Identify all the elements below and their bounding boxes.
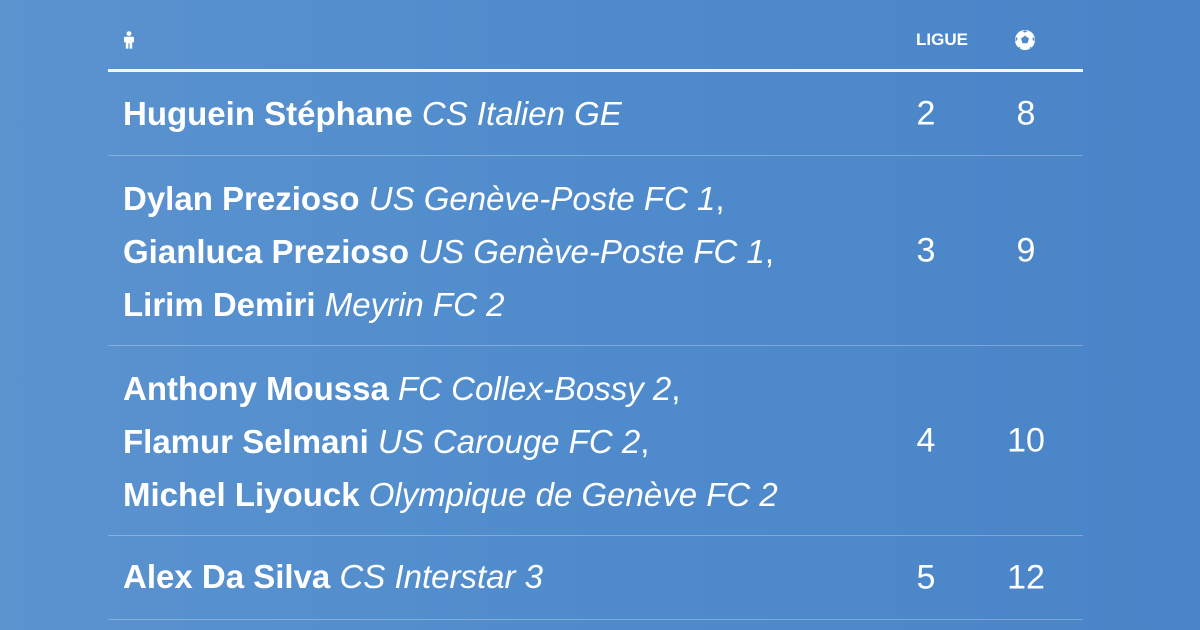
league-cell: 2 bbox=[916, 94, 936, 132]
player-entry: Anthony Moussa FC Collex-Bossy 2, bbox=[123, 362, 1083, 415]
player-club: Meyrin FC 2 bbox=[324, 286, 505, 323]
separator: , bbox=[764, 233, 775, 270]
player-club: US Genève-Poste FC 1 bbox=[418, 233, 765, 270]
goals-cell: 12 bbox=[1007, 558, 1045, 596]
player-entry: Lirim Demiri Meyrin FC 2 bbox=[123, 278, 1083, 331]
scorers-table: LIGUE Huguein Stéphane CS Italien GE 2 8 Dy… bbox=[108, 0, 1083, 620]
player-club: US Genève-Poste FC 1 bbox=[368, 180, 716, 217]
player-club: Olympique de Genève FC 2 bbox=[368, 476, 778, 513]
player-name: Flamur Selmani bbox=[123, 423, 369, 460]
league-cell: 3 bbox=[916, 231, 936, 269]
player-name: Huguein Stéphane bbox=[123, 95, 413, 132]
player-name: Michel Liyouck bbox=[123, 476, 360, 513]
table-row: Alex Da Silva CS Interstar 3 5 12 bbox=[108, 536, 1083, 620]
table-row: Dylan Prezioso US Genève-Poste FC 1, Gian… bbox=[108, 156, 1083, 346]
table-row: Anthony Moussa FC Collex-Bossy 2, Flamur … bbox=[108, 346, 1083, 536]
goals-cell: 9 bbox=[1016, 231, 1036, 269]
player-name: Lirim Demiri bbox=[123, 286, 316, 323]
soccer-ball-icon bbox=[1015, 30, 1035, 50]
player-name: Anthony Moussa bbox=[123, 370, 389, 407]
player-club: US Carouge FC 2 bbox=[377, 423, 641, 460]
player-name: Dylan Prezioso bbox=[123, 180, 360, 217]
player-name: Alex Da Silva bbox=[123, 558, 331, 595]
player-club: CS Interstar 3 bbox=[339, 558, 544, 595]
table-row: Huguein Stéphane CS Italien GE 2 8 bbox=[108, 72, 1083, 156]
goals-cell: 10 bbox=[1007, 421, 1045, 459]
separator: , bbox=[640, 423, 650, 460]
goals-cell: 8 bbox=[1016, 94, 1036, 132]
separator: , bbox=[715, 180, 725, 217]
player-club: FC Collex-Bossy 2 bbox=[398, 370, 672, 407]
player-club: CS Italien GE bbox=[421, 95, 622, 132]
league-column-header: LIGUE bbox=[916, 30, 968, 49]
table-header: LIGUE bbox=[108, 0, 1083, 72]
table-body: Huguein Stéphane CS Italien GE 2 8 Dylan Pr… bbox=[108, 72, 1083, 620]
league-cell: 5 bbox=[916, 558, 936, 596]
league-cell: 4 bbox=[916, 421, 936, 459]
person-icon bbox=[124, 31, 134, 49]
player-name: Gianluca Prezioso bbox=[123, 233, 410, 270]
player-entry: Dylan Prezioso US Genève-Poste FC 1, bbox=[123, 172, 1083, 225]
player-entry: Michel Liyouck Olympique de Genève FC 2 bbox=[123, 468, 1083, 521]
separator: , bbox=[671, 370, 681, 407]
